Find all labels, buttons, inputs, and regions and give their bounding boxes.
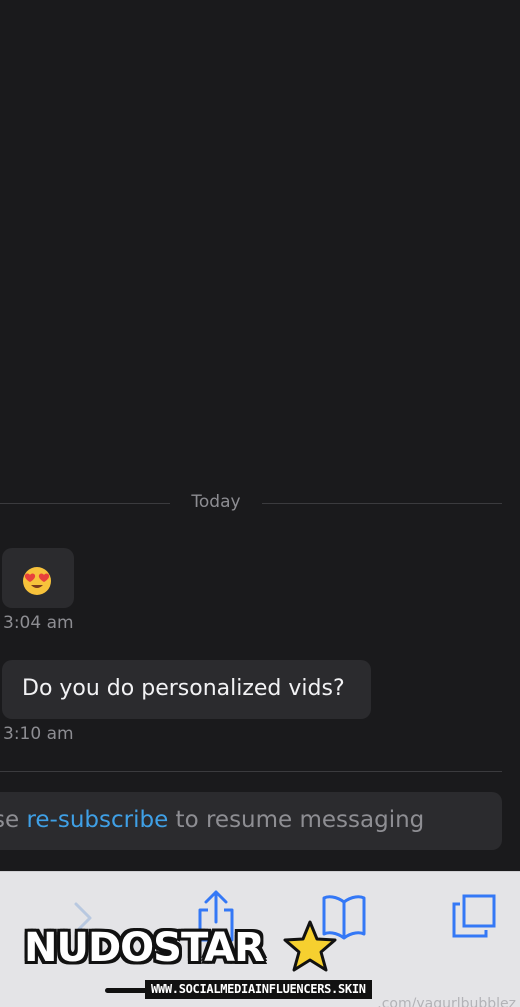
message-time: 3:04 am xyxy=(3,613,74,633)
notice-suffix: to resume messaging xyxy=(168,807,425,833)
message-time: 3:10 am xyxy=(3,724,74,744)
date-divider-right xyxy=(262,503,502,504)
date-separator: Today xyxy=(191,492,241,512)
watermark-site: WWW.SOCIALMEDIAINFLUENCERS.SKIN xyxy=(145,980,372,999)
resubscribe-notice: se re-subscribe to resume messaging xyxy=(0,792,502,850)
star-icon xyxy=(283,920,337,972)
heart-eyes-emoji-icon xyxy=(23,567,51,595)
notice-prefix: se xyxy=(0,807,20,833)
chat-view: Today 3:04 am Do you do personalized vid… xyxy=(0,0,520,871)
tabs-icon[interactable] xyxy=(450,892,498,940)
watermark-url: .com/yagurlbubblez xyxy=(377,996,516,1007)
watermark-logo-text: NUDOSTAR xyxy=(24,925,265,971)
composer-separator xyxy=(0,771,502,772)
resubscribe-link[interactable]: re-subscribe xyxy=(26,807,168,833)
watermark-logo: NUDOSTAR xyxy=(24,920,344,977)
message-text: Do you do personalized vids? xyxy=(22,676,345,701)
watermark-site-bar: WWW.SOCIALMEDIAINFLUENCERS.SKIN xyxy=(105,980,375,999)
